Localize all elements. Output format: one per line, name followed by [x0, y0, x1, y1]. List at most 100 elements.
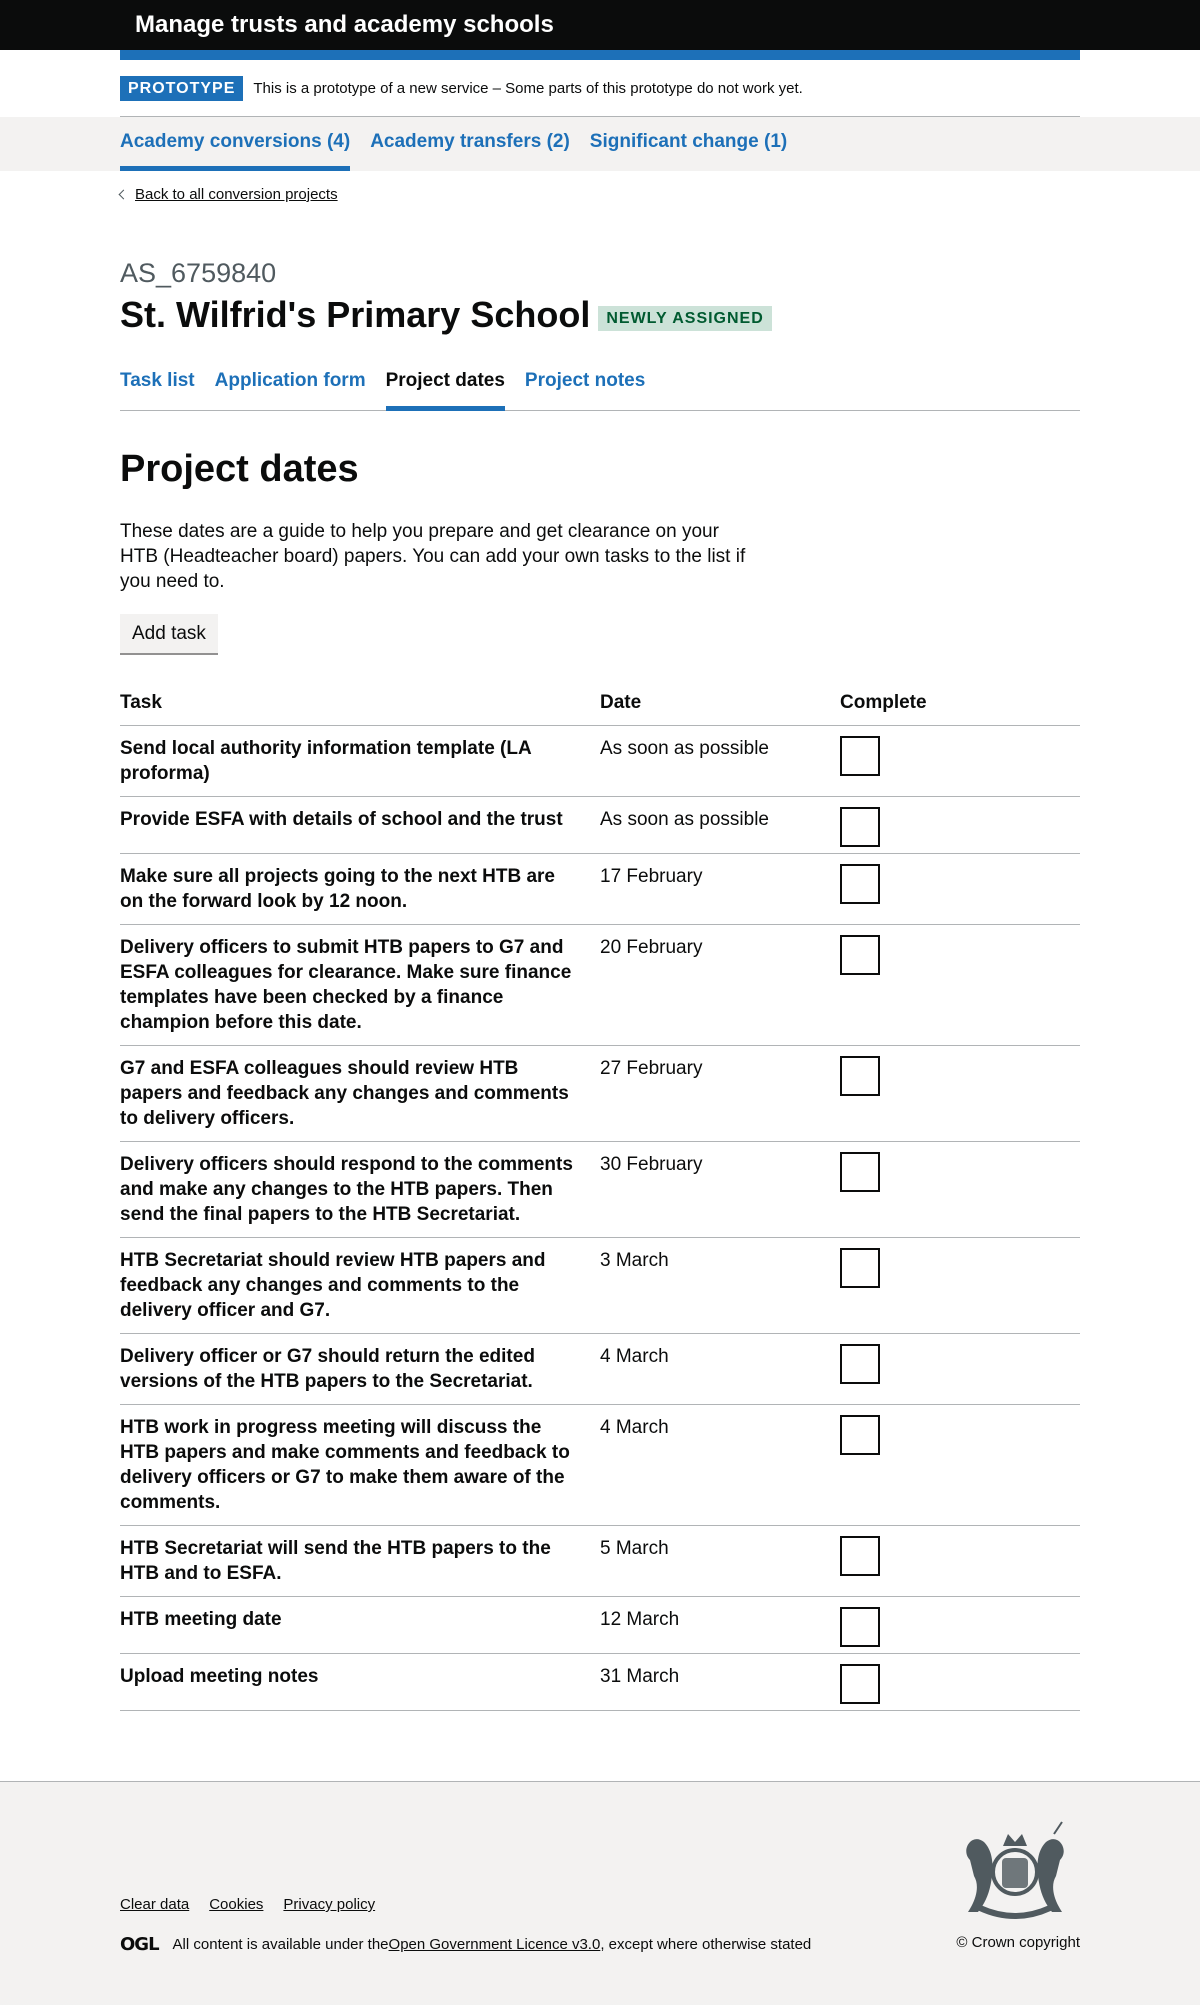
royal-coat-of-arms-icon [966, 1821, 1064, 1919]
task-name: Make sure all projects going to the next… [120, 853, 600, 925]
tab-project-dates[interactable]: Project dates [385, 360, 505, 411]
task-date: 30 February [600, 1141, 840, 1238]
complete-checkbox[interactable] [840, 1152, 880, 1192]
complete-checkbox[interactable] [840, 1664, 880, 1704]
task-complete-cell [840, 1404, 1080, 1526]
phase-banner-text: This is a prototype of a new service – S… [253, 79, 803, 97]
task-complete-cell [840, 796, 1080, 854]
copyright-text: © Crown copyright [956, 1934, 1080, 1951]
task-complete-cell [840, 1333, 1080, 1405]
task-date: 17 February [600, 853, 840, 925]
complete-checkbox[interactable] [840, 736, 880, 776]
table-row: HTB Secretariat should review HTB papers… [120, 1237, 1080, 1334]
complete-checkbox[interactable] [840, 1536, 880, 1576]
footer-link-clear-data[interactable]: Clear data [120, 1896, 189, 1913]
table-row: Delivery officers to submit HTB papers t… [120, 924, 1080, 1046]
task-complete-cell [840, 1141, 1080, 1238]
table-row: Upload meeting notes 31 March [120, 1653, 1080, 1711]
complete-checkbox[interactable] [840, 1344, 880, 1384]
licence-suffix: , except where otherwise stated [600, 1936, 812, 1953]
task-name: Provide ESFA with details of school and … [120, 796, 600, 854]
complete-checkbox[interactable] [840, 1607, 880, 1647]
project-title: St. Wilfrid's Primary School [120, 294, 591, 335]
licence-link[interactable]: Open Government Licence v3.0 [389, 1936, 601, 1953]
table-row: Send local authority information templat… [120, 725, 1080, 797]
main-content: Back to all conversion projects AS_67598… [118, 171, 1080, 1711]
licence-prefix: All content is available under the [172, 1936, 389, 1953]
ogl-logo-icon: OGL [120, 1934, 160, 1955]
task-date: 27 February [600, 1045, 840, 1142]
task-name: HTB Secretariat will send the HTB papers… [120, 1525, 600, 1597]
footer-links: Clear data Cookies Privacy policy [120, 1896, 395, 1913]
project-sub-navigation: Task list Application form Project dates… [120, 360, 1080, 411]
task-name: G7 and ESFA colleagues should review HTB… [120, 1045, 600, 1142]
add-task-button[interactable]: Add task [120, 614, 218, 653]
column-header-complete: Complete [840, 691, 1080, 726]
task-name: HTB meeting date [120, 1596, 600, 1654]
table-row: Delivery officer or G7 should return the… [120, 1333, 1080, 1405]
table-body: Send local authority information templat… [120, 725, 1080, 1711]
task-date: As soon as possible [600, 725, 840, 797]
column-header-task: Task [120, 691, 600, 726]
task-date: 3 March [600, 1237, 840, 1334]
task-complete-cell [840, 725, 1080, 797]
task-name: Upload meeting notes [120, 1653, 600, 1711]
task-complete-cell [840, 853, 1080, 925]
licence-statement: OGL All content is available under the O… [120, 1934, 811, 1955]
task-date: 12 March [600, 1596, 840, 1654]
site-footer: Clear data Cookies Privacy policy OGL Al… [0, 1781, 1200, 2005]
footer-link-privacy-policy[interactable]: Privacy policy [283, 1896, 375, 1913]
tab-application-form[interactable]: Application form [215, 360, 366, 411]
task-date: 31 March [600, 1653, 840, 1711]
complete-checkbox[interactable] [840, 807, 880, 847]
task-complete-cell [840, 1237, 1080, 1334]
intro-text: These dates are a guide to help you prep… [120, 521, 746, 592]
project-dates-table: Task Date Complete Send local authority … [120, 691, 1080, 1711]
task-name: Send local authority information templat… [120, 725, 600, 797]
task-date: As soon as possible [600, 796, 840, 854]
task-name: Delivery officer or G7 should return the… [120, 1333, 600, 1405]
table-row: Delivery officers should respond to the … [120, 1141, 1080, 1238]
complete-checkbox[interactable] [840, 1056, 880, 1096]
table-row: HTB Secretariat will send the HTB papers… [120, 1525, 1080, 1597]
task-date: 4 March [600, 1333, 840, 1405]
column-header-date: Date [600, 691, 840, 726]
table-header-row: Task Date Complete [120, 691, 1080, 726]
table-row: Provide ESFA with details of school and … [120, 796, 1080, 854]
primary-nav-academy-conversions[interactable]: Academy conversions (4) [120, 117, 351, 171]
phase-tag: PROTOTYPE [120, 75, 244, 101]
primary-nav-academy-transfers[interactable]: Academy transfers (2) [370, 117, 570, 171]
header-accent-bar [120, 50, 1080, 60]
task-date: 4 March [600, 1404, 840, 1526]
complete-checkbox[interactable] [840, 1248, 880, 1288]
complete-checkbox[interactable] [840, 864, 880, 904]
chevron-left-icon [118, 189, 129, 199]
task-complete-cell [840, 1525, 1080, 1597]
complete-checkbox[interactable] [840, 1415, 880, 1455]
tab-task-list[interactable]: Task list [120, 360, 195, 411]
footer-link-cookies[interactable]: Cookies [209, 1896, 263, 1913]
tab-project-notes[interactable]: Project notes [525, 360, 645, 411]
task-name: Delivery officers to submit HTB papers t… [120, 924, 600, 1046]
task-name: HTB Secretariat should review HTB papers… [120, 1237, 600, 1334]
task-name: HTB work in progress meeting will discus… [120, 1404, 600, 1526]
back-link-label: Back to all conversion projects [135, 186, 338, 203]
task-complete-cell [840, 1045, 1080, 1142]
site-header: Manage trusts and academy schools [0, 0, 1200, 50]
complete-checkbox[interactable] [840, 935, 880, 975]
table-row: HTB meeting date 12 March [120, 1596, 1080, 1654]
task-complete-cell [840, 1596, 1080, 1654]
page-title: Project dates [120, 448, 359, 490]
project-reference: AS_6759840 [120, 258, 277, 288]
status-badge: NEWLY ASSIGNED [598, 305, 772, 331]
table-row: Make sure all projects going to the next… [120, 853, 1080, 925]
table-row: HTB work in progress meeting will discus… [120, 1404, 1080, 1526]
table-row: G7 and ESFA colleagues should review HTB… [120, 1045, 1080, 1142]
phase-banner: PROTOTYPE This is a prototype of a new s… [120, 60, 1080, 117]
task-date: 5 March [600, 1525, 840, 1597]
service-name-link[interactable]: Manage trusts and academy schools [135, 10, 554, 40]
task-name: Delivery officers should respond to the … [120, 1141, 600, 1238]
primary-nav-significant-change[interactable]: Significant change (1) [590, 117, 787, 171]
task-complete-cell [840, 924, 1080, 1046]
back-link[interactable]: Back to all conversion projects [118, 186, 338, 203]
